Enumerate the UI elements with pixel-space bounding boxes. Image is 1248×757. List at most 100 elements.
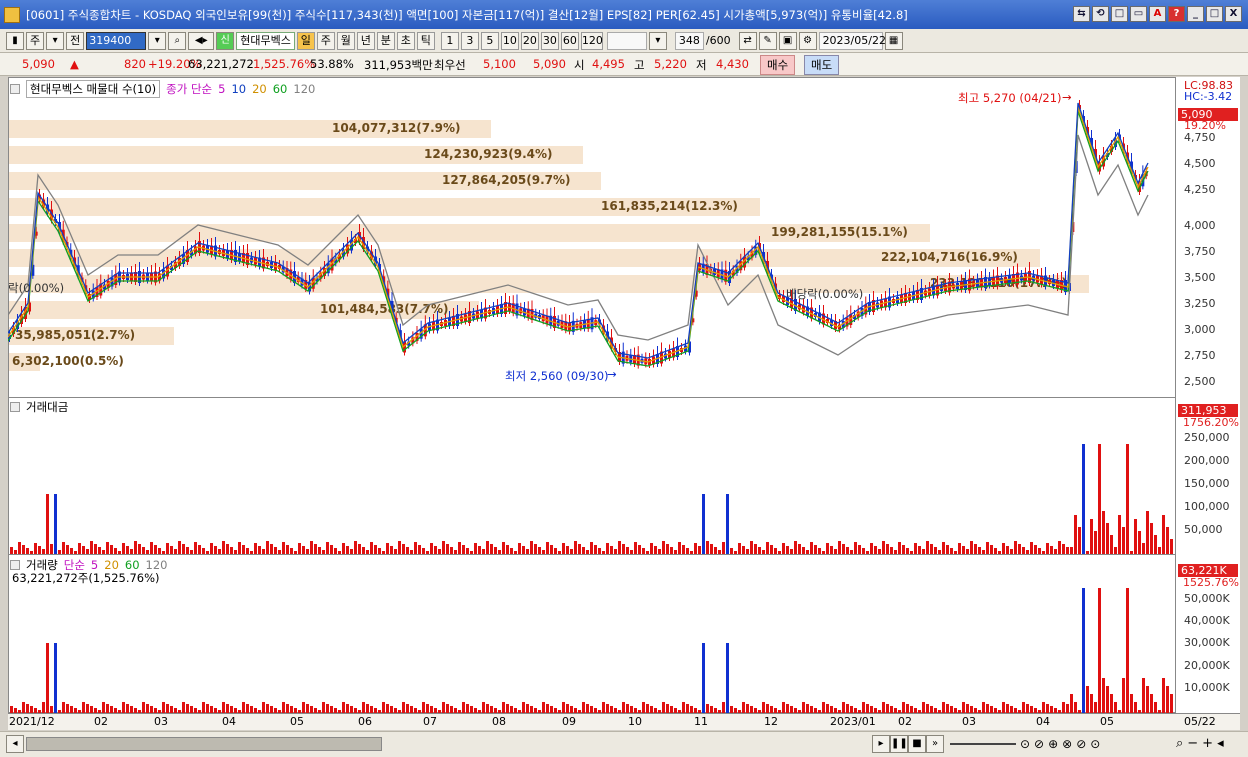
volume-bar	[246, 704, 249, 713]
volume-bar	[42, 702, 45, 713]
volume-bar	[1130, 694, 1133, 713]
volume-bar	[842, 702, 845, 713]
value-bar	[890, 547, 893, 554]
font-icon[interactable]: A	[1149, 6, 1166, 22]
interval-1[interactable]: 1	[440, 31, 459, 50]
volume-bar	[342, 702, 345, 713]
volume-bar	[750, 706, 753, 713]
x-tick: 02	[898, 715, 912, 728]
volume-bar	[130, 706, 133, 713]
value-bar	[1050, 546, 1053, 554]
panel-menu-icon[interactable]	[10, 560, 20, 570]
volume-bar	[546, 704, 549, 713]
panel-divider[interactable]	[8, 554, 1240, 555]
save-icon[interactable]: ▣	[778, 31, 797, 50]
period-month[interactable]: 월	[336, 31, 355, 50]
volume-bar	[886, 704, 889, 713]
panel-menu-icon[interactable]	[10, 84, 20, 94]
refresh-icon[interactable]: ⟲	[1092, 6, 1109, 22]
link-icon[interactable]: ⇆	[1073, 6, 1090, 22]
date-input[interactable]: 2023/05/22	[818, 31, 886, 50]
value-bar	[814, 545, 817, 554]
close-button[interactable]: X	[1225, 6, 1242, 22]
period-tick[interactable]: 틱	[416, 31, 435, 50]
period-day[interactable]: 일	[296, 31, 315, 50]
layout-icon[interactable]: ▭	[1130, 6, 1147, 22]
value-bar	[274, 547, 277, 554]
volume-bar	[902, 702, 905, 713]
screen-icon[interactable]: □	[1111, 6, 1128, 22]
volume-bar	[966, 704, 969, 713]
fast-forward-icon[interactable]: »	[926, 735, 944, 753]
value-bar	[374, 545, 377, 554]
spin-icon[interactable]: ▾	[648, 31, 667, 50]
interval-3[interactable]: 3	[460, 31, 479, 50]
interval-120[interactable]: 120	[580, 31, 603, 50]
chevron-down-icon[interactable]: ▾	[46, 31, 65, 50]
x-tick: 08	[492, 715, 506, 728]
interval-20[interactable]: 20	[520, 31, 539, 50]
minimize-button[interactable]: _	[1187, 6, 1204, 22]
value-bar	[270, 544, 273, 554]
value-bar	[134, 541, 137, 554]
pause-icon[interactable]: ❚❚	[890, 735, 908, 753]
interval-60[interactable]: 60	[560, 31, 579, 50]
all-button[interactable]: 전	[66, 31, 85, 50]
scroll-right-icon[interactable]: ▸	[872, 735, 890, 753]
period-second[interactable]: 초	[396, 31, 415, 50]
speaker-icon[interactable]: ◀▸	[188, 31, 215, 50]
zoom-slider[interactable]	[950, 743, 1016, 745]
volume-bar	[230, 706, 233, 713]
value-bar	[606, 543, 609, 554]
tool-icon[interactable]: ⇄	[738, 31, 757, 50]
calendar-icon[interactable]: ▦	[884, 31, 903, 50]
chart-canvas[interactable]	[8, 77, 1175, 713]
moving-average-line	[8, 102, 1149, 359]
volume-bar	[122, 702, 125, 713]
volume-bar	[54, 643, 57, 713]
maximize-button[interactable]: □	[1206, 6, 1223, 22]
volume-bar	[442, 702, 445, 713]
volume-bar	[82, 702, 85, 713]
volume-bar	[990, 706, 993, 713]
interval-30[interactable]: 30	[540, 31, 559, 50]
dropdown-icon[interactable]: ▾	[148, 31, 167, 50]
gear-icon[interactable]: ⚙	[798, 31, 817, 50]
scroll-left-icon[interactable]: ◂	[6, 735, 24, 753]
custom-interval-input[interactable]	[606, 31, 647, 50]
value-bar	[754, 544, 757, 554]
y-axis[interactable]: LC:98.83 HC:-3.42 4,750 4,500 4,250 4,00…	[1175, 77, 1240, 713]
search-icon[interactable]: ⌕	[168, 31, 187, 50]
count-display[interactable]: 348	[674, 31, 704, 50]
mode-select[interactable]: 주	[26, 31, 45, 50]
buy-button[interactable]: 매수	[760, 55, 796, 75]
value-bar	[934, 547, 937, 554]
zoom-controls[interactable]: ⌕−+◂	[1176, 736, 1228, 751]
interval-5[interactable]: 5	[480, 31, 499, 50]
help-icon[interactable]: ?	[1168, 6, 1185, 22]
volume-bar	[746, 704, 749, 713]
stock-code-input[interactable]: 319400	[86, 31, 147, 50]
x-tick: 04	[1036, 715, 1050, 728]
interval-10[interactable]: 10	[500, 31, 519, 50]
panel-divider[interactable]	[8, 397, 1240, 398]
value-bar	[194, 542, 197, 554]
draw-icon[interactable]: ✎	[758, 31, 777, 50]
chart-type-icons[interactable]: ⊙⊘⊕⊗⊘⊙	[1020, 737, 1104, 751]
period-week[interactable]: 주	[316, 31, 335, 50]
volume-bar	[1046, 704, 1049, 713]
value-bar	[90, 541, 93, 554]
y-tick: 250,000	[1184, 431, 1230, 444]
value-bar	[706, 541, 709, 554]
volume-bar	[1162, 678, 1165, 713]
sell-button[interactable]: 매도	[804, 55, 840, 75]
value-bar	[770, 545, 773, 554]
volume-bar	[570, 706, 573, 713]
volume-bar	[782, 702, 785, 713]
pin-icon[interactable]: ▮	[6, 31, 24, 50]
period-minute[interactable]: 분	[376, 31, 395, 50]
scroll-thumb[interactable]	[26, 737, 382, 751]
stop-icon[interactable]: ■	[908, 735, 926, 753]
panel-menu-icon[interactable]	[10, 402, 20, 412]
period-year[interactable]: 년	[356, 31, 375, 50]
